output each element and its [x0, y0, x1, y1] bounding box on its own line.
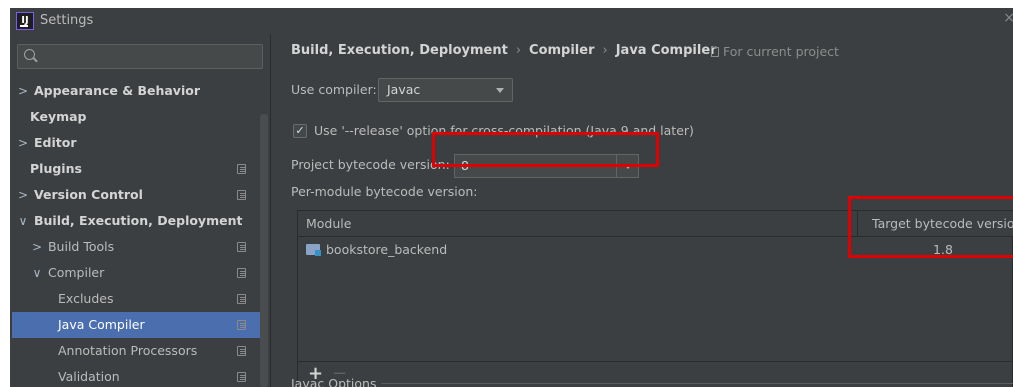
breadcrumb-item: Java Compiler	[615, 43, 717, 58]
close-icon[interactable]: ×	[1003, 10, 1013, 26]
settings-window: IJ Settings × > Appearance & Behavior Ke…	[10, 8, 1013, 387]
title-bar: IJ Settings ×	[10, 8, 1013, 34]
project-scope-icon	[237, 164, 246, 174]
breadcrumb: Build, Execution, Deployment › Compiler › Ja…	[291, 43, 717, 58]
table-row[interactable]: bookstore_backend	[306, 238, 846, 262]
project-scope-icon	[237, 372, 246, 382]
highlight-box-project-bytecode	[432, 132, 659, 167]
sidebar-item-label: Java Compiler	[58, 317, 145, 332]
project-scope-icon	[237, 294, 246, 304]
project-bytecode-label: Project bytecode version:	[291, 157, 450, 172]
project-scope-icon	[237, 320, 246, 330]
sidebar-item-keymap[interactable]: Keymap	[12, 104, 260, 130]
window-title: Settings	[40, 13, 94, 28]
intellij-app-icon: IJ	[16, 12, 34, 30]
sidebar-item-label: Plugins	[30, 161, 82, 176]
module-name: bookstore_backend	[326, 242, 448, 257]
compiler-select[interactable]: Javac	[378, 78, 513, 102]
sidebar-item-label: Excludes	[58, 291, 114, 306]
sidebar-item-java-compiler[interactable]: Java Compiler	[12, 312, 260, 338]
sidebar-item-plugins[interactable]: Plugins	[12, 156, 260, 182]
sidebar-item-label: Build, Execution, Deployment	[33, 213, 243, 228]
breadcrumb-separator: ›	[602, 43, 608, 58]
chevron-right-icon[interactable]: >	[16, 182, 30, 208]
sidebar-item-appearance-behavior[interactable]: > Appearance & Behavior	[12, 78, 260, 104]
sidebar-item-compiler[interactable]: ∨ Compiler	[12, 260, 260, 286]
compiler-select-value: Javac	[387, 82, 421, 97]
sidebar-item-validation[interactable]: Validation	[12, 364, 260, 387]
release-option-checkbox[interactable]: ✓	[293, 124, 307, 138]
sidebar-item-annotation-processors[interactable]: Annotation Processors	[12, 338, 260, 364]
chevron-right-icon[interactable]: >	[30, 234, 44, 260]
sidebar-item-editor[interactable]: > Editor	[12, 130, 260, 156]
sidebar-item-label: Appearance & Behavior	[33, 83, 200, 98]
chevron-down-icon[interactable]: ∨	[30, 260, 44, 286]
project-scope-icon	[237, 190, 246, 200]
sidebar-item-version-control[interactable]: > Version Control	[12, 182, 260, 208]
column-header-module[interactable]: Module	[298, 211, 858, 237]
sidebar-item-label: Annotation Processors	[58, 343, 198, 358]
settings-sidebar: > Appearance & Behavior Keymap > Editor …	[10, 34, 270, 387]
sidebar-item-label: Keymap	[30, 109, 87, 124]
project-scope-icon	[711, 47, 719, 57]
section-divider	[381, 383, 1013, 384]
per-module-label: Per-module bytecode version:	[291, 184, 478, 199]
scope-label: For current project	[723, 44, 839, 59]
sidebar-item-label: Build Tools	[47, 239, 115, 254]
highlight-box-target-version	[848, 196, 1013, 258]
breadcrumb-item: Build, Execution, Deployment	[291, 43, 508, 58]
chevron-right-icon[interactable]: >	[16, 78, 30, 104]
sidebar-item-label: Compiler	[47, 265, 105, 280]
sidebar-item-build-tools[interactable]: > Build Tools	[12, 234, 260, 260]
sidebar-item-excludes[interactable]: Excludes	[12, 286, 260, 312]
project-scope-icon	[237, 268, 246, 278]
chevron-down-icon[interactable]: ∨	[16, 208, 30, 234]
scope-note: For current project	[711, 44, 839, 59]
project-scope-icon	[237, 242, 246, 252]
chevron-right-icon[interactable]: >	[16, 130, 30, 156]
breadcrumb-separator: ›	[515, 43, 522, 58]
breadcrumb-item: Compiler	[529, 43, 595, 58]
sidebar-item-label: Editor	[33, 135, 77, 150]
module-folder-icon	[306, 244, 321, 256]
sidebar-item-label: Version Control	[33, 187, 143, 202]
use-compiler-label: Use compiler:	[291, 82, 377, 97]
sidebar-item-build-execution-deployment[interactable]: ∨ Build, Execution, Deployment	[12, 208, 260, 234]
sidebar-item-label: Validation	[58, 369, 120, 384]
settings-search-input[interactable]	[17, 44, 263, 69]
sidebar-scrollbar[interactable]	[260, 114, 268, 387]
search-icon	[24, 49, 35, 60]
chevron-down-icon	[496, 88, 504, 93]
javac-options-heading: Javac Options	[291, 376, 377, 387]
project-scope-icon	[237, 346, 246, 356]
